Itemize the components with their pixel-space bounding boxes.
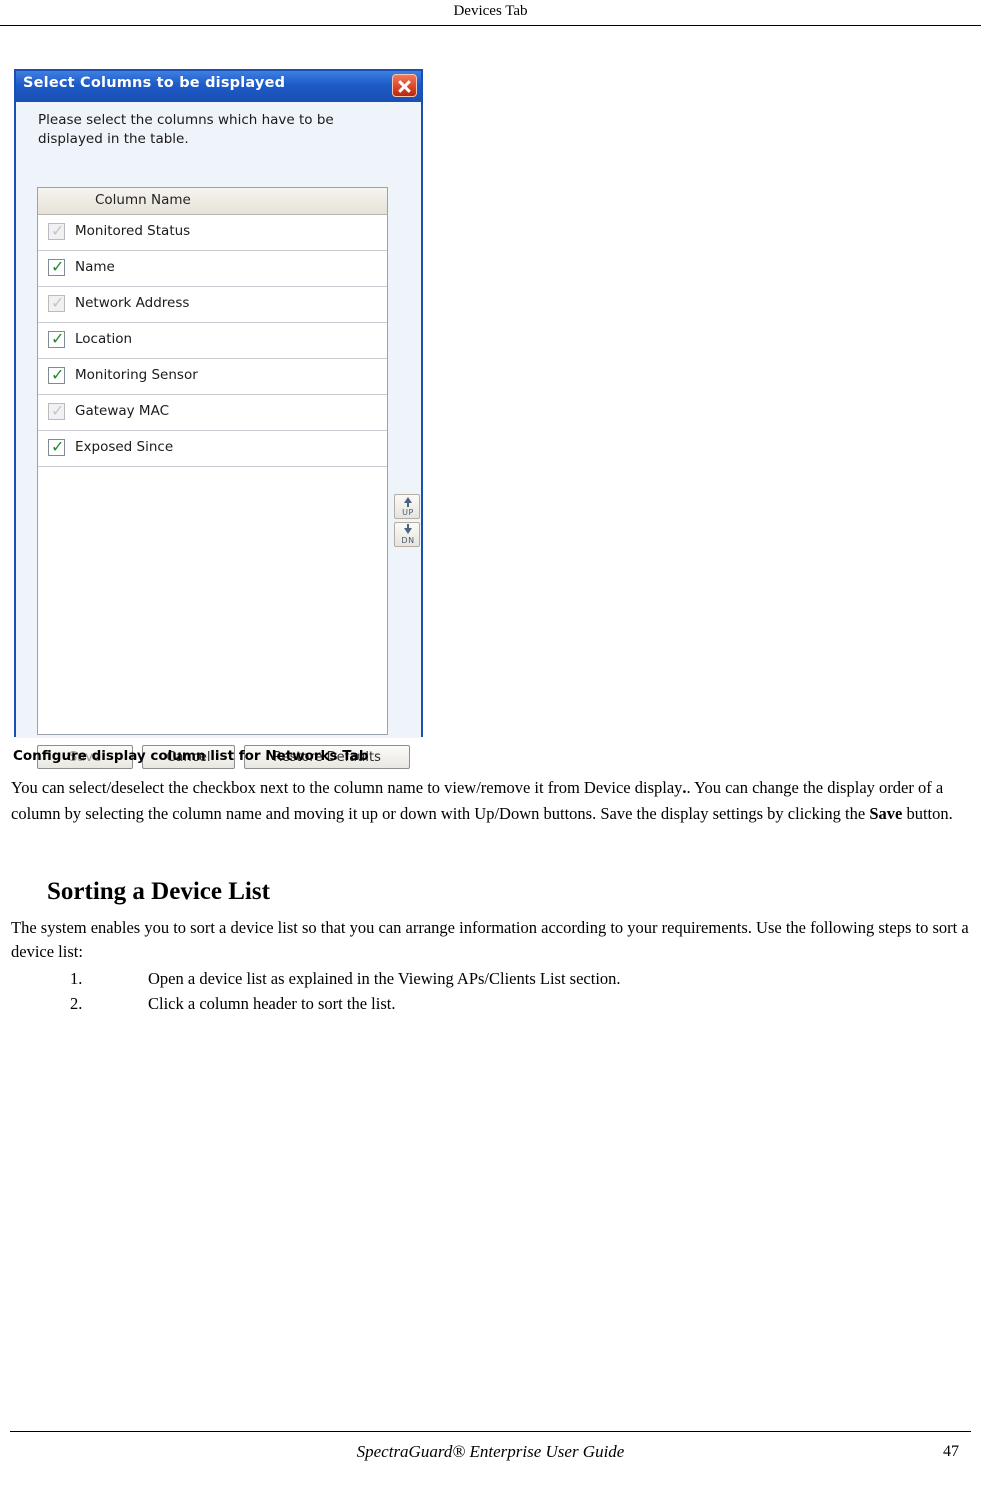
checkbox-location[interactable]: ✓: [48, 329, 65, 348]
select-columns-dialog: Select Columns to be displayed Please se…: [14, 69, 423, 769]
move-down-label: DN: [401, 536, 415, 545]
header-title: Devices Tab: [453, 3, 528, 19]
check-icon: ✓: [51, 221, 65, 240]
page-number: 47: [943, 1443, 959, 1460]
row-label: Network Address: [75, 295, 190, 311]
column-list-table: Column Name ✓ Monitored Status ✓ Name ✓ …: [37, 187, 388, 735]
table-header[interactable]: Column Name: [38, 188, 387, 215]
document-page: Devices Tab Select Columns to be display…: [0, 0, 981, 1493]
check-icon: ✓: [51, 437, 65, 456]
check-icon: ✓: [51, 365, 65, 384]
paragraph-column-config: You can select/deselect the checkbox nex…: [11, 775, 969, 827]
table-row[interactable]: ✓ Monitored Status: [38, 215, 387, 251]
step-text: Open a device list as explained in the V…: [148, 969, 621, 988]
dialog-titlebar: Select Columns to be displayed: [16, 71, 421, 102]
header-divider: [0, 25, 981, 26]
check-icon: ✓: [51, 257, 65, 276]
dialog-title: Select Columns to be displayed: [23, 75, 286, 91]
arrow-up-icon: [404, 497, 412, 507]
arrow-down-icon: [404, 524, 412, 534]
footer-title: SpectraGuard® Enterprise User Guide: [356, 1442, 625, 1461]
table-row[interactable]: ✓ Network Address: [38, 287, 387, 323]
table-row[interactable]: ✓ Location: [38, 323, 387, 359]
table-row[interactable]: ✓ Exposed Since: [38, 431, 387, 467]
row-label: Location: [75, 331, 133, 347]
row-label: Name: [75, 259, 115, 275]
table-row[interactable]: ✓ Name: [38, 251, 387, 287]
step-text: Click a column header to sort the list.: [148, 994, 396, 1013]
move-down-button[interactable]: DN: [394, 522, 420, 547]
list-item: 1. Open a device list as explained in th…: [70, 966, 950, 991]
check-icon: ✓: [51, 293, 65, 312]
reorder-controls: UP DN: [394, 494, 420, 550]
list-item: 2. Click a column header to sort the lis…: [70, 991, 950, 1016]
step-number: 2.: [70, 994, 83, 1013]
para1-part3: button.: [902, 804, 953, 823]
checkbox-network-address[interactable]: ✓: [48, 293, 65, 312]
step-number: 1.: [70, 969, 83, 988]
page-header: Devices Tab: [0, 0, 981, 28]
table-row[interactable]: ✓ Monitoring Sensor: [38, 359, 387, 395]
footer-divider: [10, 1431, 971, 1432]
move-up-button[interactable]: UP: [394, 494, 420, 519]
move-up-label: UP: [402, 508, 414, 517]
check-icon: ✓: [51, 329, 65, 348]
para1-save-bold: Save: [869, 804, 903, 823]
paragraph-sorting-intro: The system enables you to sort a device …: [11, 918, 969, 961]
close-icon[interactable]: [392, 74, 417, 97]
checkbox-monitored-status[interactable]: ✓: [48, 221, 65, 240]
column-name-header: Column Name: [95, 192, 191, 208]
checkbox-exposed-since[interactable]: ✓: [48, 437, 65, 456]
check-icon: ✓: [51, 401, 65, 420]
row-label: Monitored Status: [75, 223, 191, 239]
figure-caption: Configure display column list for Networ…: [13, 748, 369, 764]
dialog-body: Please select the columns which have to …: [16, 102, 421, 769]
dialog-instruction: Please select the columns which have to …: [38, 112, 334, 147]
checkbox-gateway-mac[interactable]: ✓: [48, 401, 65, 420]
row-label: Exposed Since: [75, 439, 174, 455]
table-row[interactable]: ✓ Gateway MAC: [38, 395, 387, 431]
checkbox-name[interactable]: ✓: [48, 257, 65, 276]
para1-part1: You can select/deselect the checkbox nex…: [11, 778, 683, 797]
steps-list: 1. Open a device list as explained in th…: [70, 966, 950, 1016]
row-label: Gateway MAC: [75, 403, 169, 419]
row-label: Monitoring Sensor: [75, 367, 198, 383]
checkbox-monitoring-sensor[interactable]: ✓: [48, 365, 65, 384]
section-heading: Sorting a Device List: [47, 878, 270, 905]
